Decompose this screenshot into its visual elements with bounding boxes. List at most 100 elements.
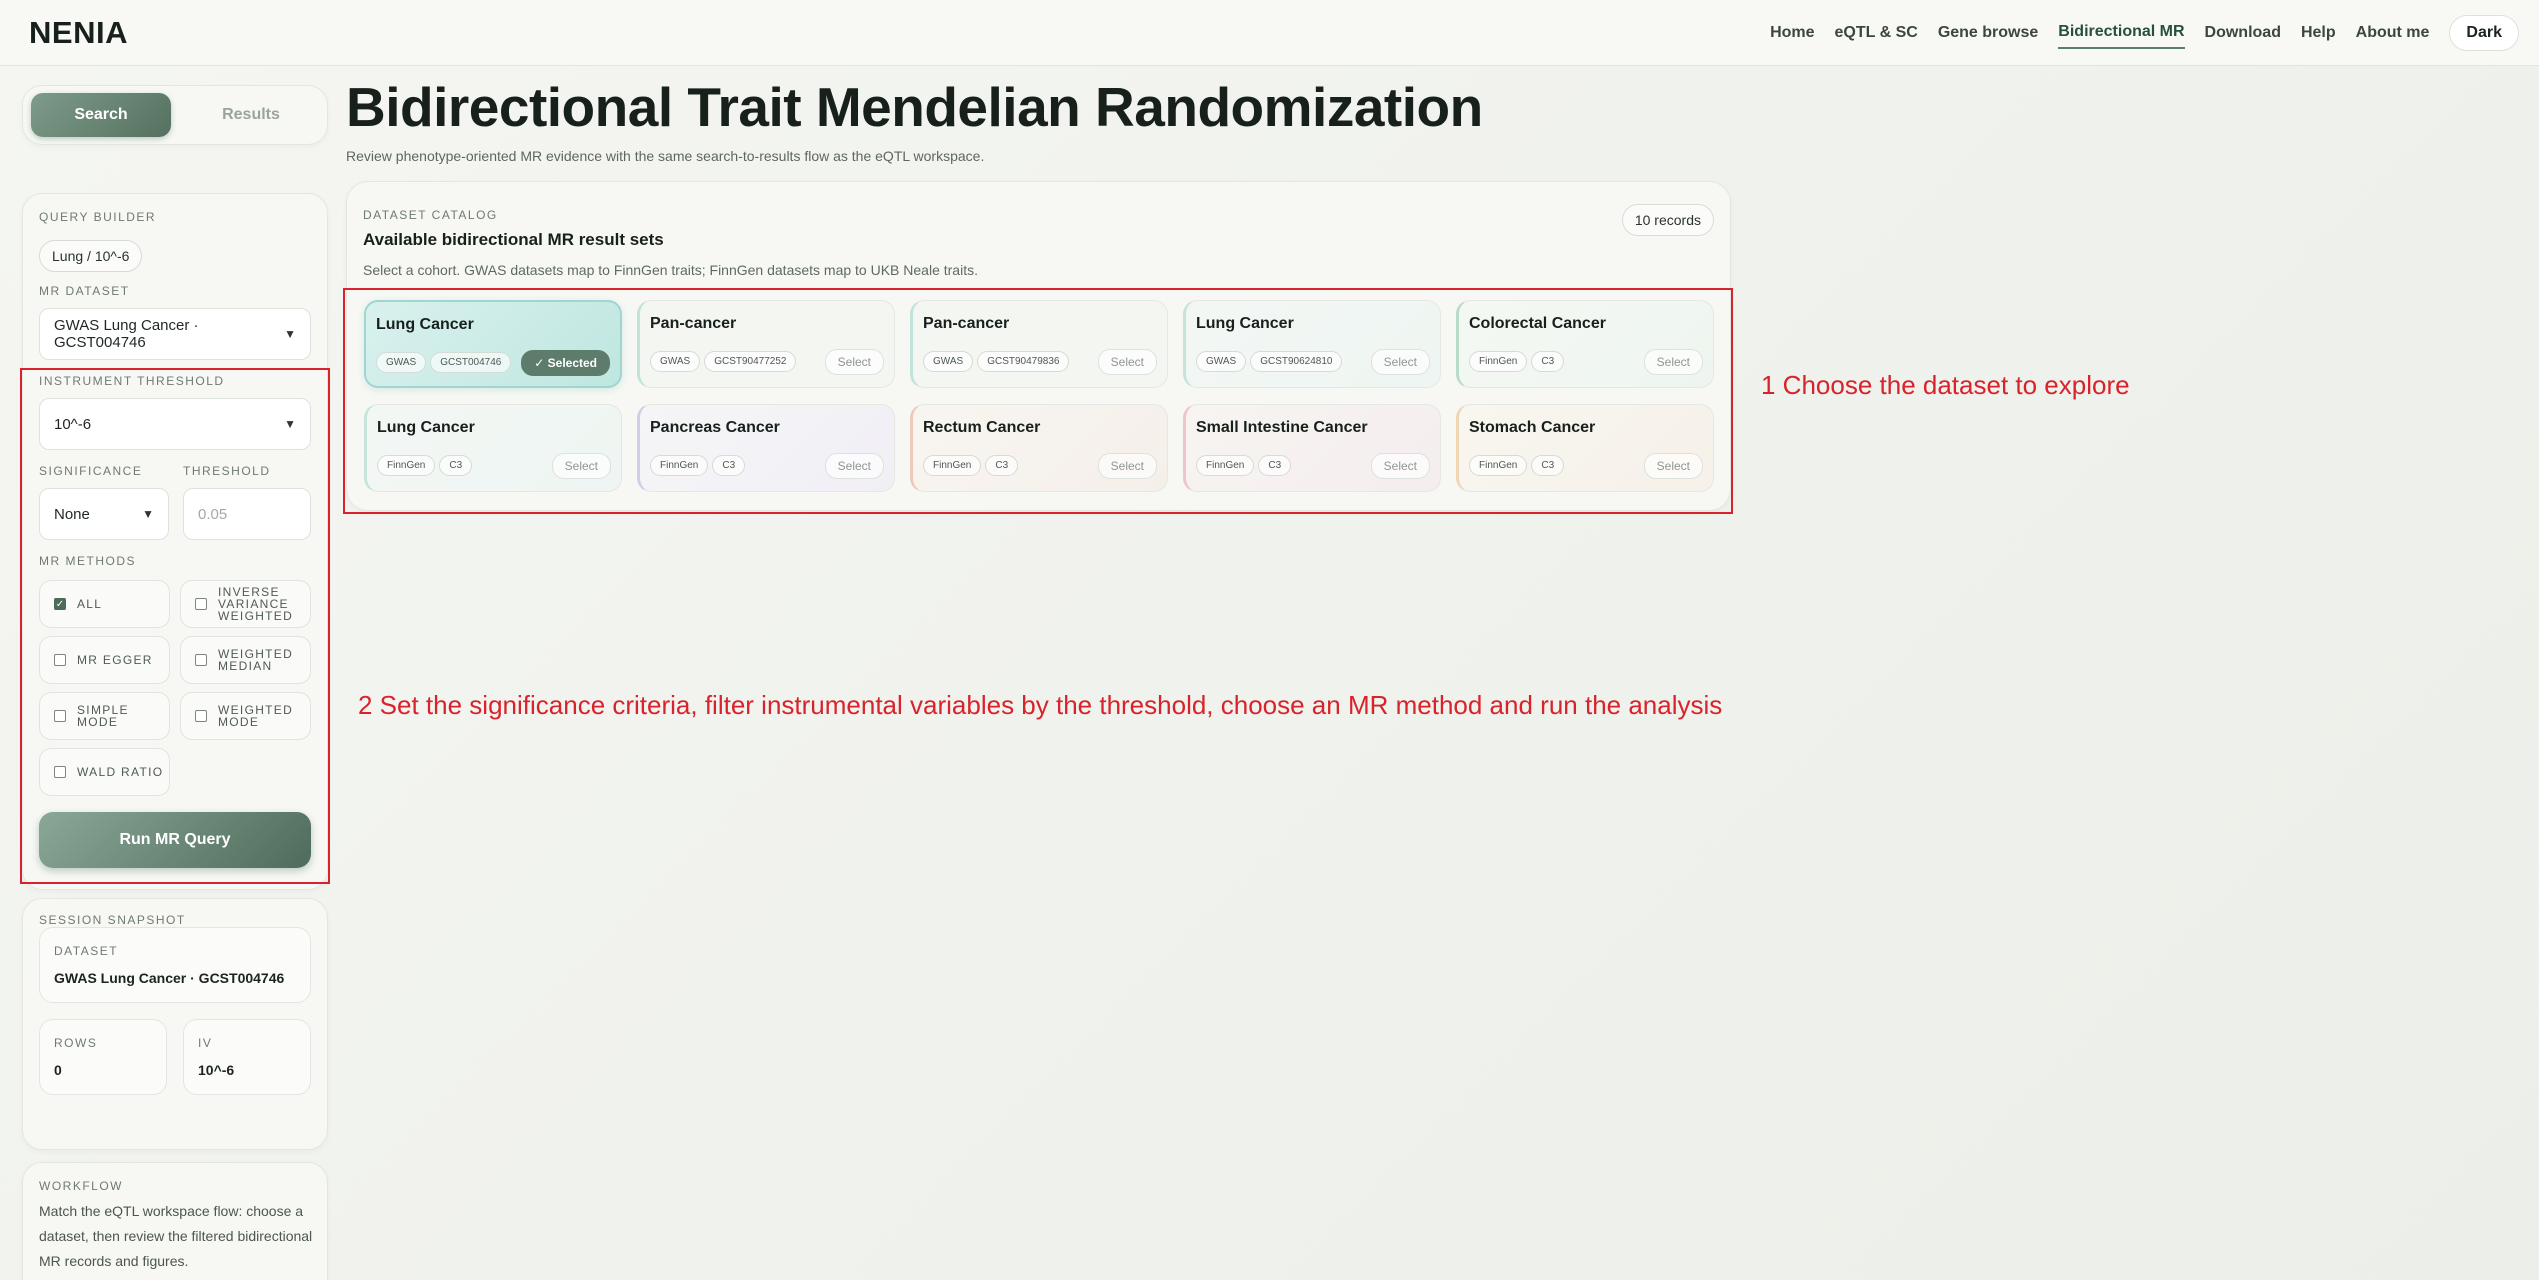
view-tabs: Search Results [22, 85, 328, 145]
dataset-card[interactable]: Lung Cancer GWAS GCST004746 ✓ Selected [364, 300, 622, 388]
dataset-card[interactable]: Lung Cancer FinnGen C3 Select [364, 404, 622, 492]
checkbox-icon[interactable] [195, 654, 207, 666]
dataset-card[interactable]: Rectum Cancer FinnGen C3 Select [910, 404, 1168, 492]
instrument-threshold-select[interactable]: 10^-6 ▼ [39, 398, 311, 450]
method-label: MR EGGER [77, 653, 153, 667]
threshold-input[interactable]: 0.05 [183, 488, 311, 540]
method-wald-ratio[interactable]: WALD RATIO [39, 748, 170, 796]
dataset-id-tag: C3 [1531, 351, 1565, 372]
checkbox-icon[interactable] [54, 766, 66, 778]
dataset-source-tag: GWAS [923, 351, 974, 372]
dataset-name: Lung Cancer [1196, 315, 1294, 332]
dataset-select-button[interactable]: Select [1370, 349, 1430, 375]
query-builder-label: QUERY BUILDER [39, 210, 157, 224]
nav-bidirectional-mr[interactable]: Bidirectional MR [2058, 17, 2185, 49]
nav-download[interactable]: Download [2205, 18, 2281, 48]
dataset-select-button[interactable]: Select [551, 453, 611, 479]
nav-gene-browse[interactable]: Gene browse [1938, 18, 2038, 48]
method-ivw[interactable]: INVERSE VARIANCE WEIGHTED [180, 580, 311, 628]
dataset-select-button[interactable]: Select [824, 453, 884, 479]
method-label: WEIGHTED MEDIAN [218, 647, 294, 673]
snapshot-iv-value: 10^-6 [198, 1062, 235, 1078]
mr-dataset-select[interactable]: GWAS Lung Cancer · GCST004746 ▼ [39, 308, 311, 360]
nav-home[interactable]: Home [1770, 18, 1814, 48]
mr-dataset-label: MR DATASET [39, 284, 130, 298]
snapshot-rows-card: ROWS 0 [39, 1019, 167, 1095]
dataset-id-tag: C3 [1531, 455, 1565, 476]
dataset-select-button[interactable]: Select [824, 349, 884, 375]
method-mr-egger[interactable]: MR EGGER [39, 636, 170, 684]
dataset-card[interactable]: Pancreas Cancer FinnGen C3 Select [637, 404, 895, 492]
dataset-card[interactable]: Lung Cancer GWAS GCST90624810 Select [1183, 300, 1441, 388]
tab-results[interactable]: Results [181, 93, 321, 137]
dataset-name: Rectum Cancer [923, 419, 1041, 436]
significance-select[interactable]: None ▼ [39, 488, 169, 540]
theme-toggle-button[interactable]: Dark [2449, 15, 2519, 51]
dataset-name: Stomach Cancer [1469, 419, 1596, 436]
page-title: Bidirectional Trait Mendelian Randomizat… [346, 76, 1483, 138]
dataset-card[interactable]: Pan-cancer GWAS GCST90477252 Select [637, 300, 895, 388]
method-label: WALD RATIO [77, 765, 164, 779]
dataset-source-tag: FinnGen [1469, 351, 1528, 372]
method-all[interactable]: ✓ ALL [39, 580, 170, 628]
dataset-select-button[interactable]: Select [1097, 349, 1157, 375]
dataset-id-tag: C3 [439, 455, 473, 476]
method-label: WEIGHTED MODE [218, 703, 294, 729]
tab-search[interactable]: Search [31, 93, 171, 137]
snapshot-dataset-value: GWAS Lung Cancer · GCST004746 [54, 970, 285, 986]
dataset-name: Small Intestine Cancer [1196, 419, 1368, 436]
dataset-id-tag: GCST90624810 [1250, 351, 1343, 372]
snapshot-iv-key: IV [198, 1036, 213, 1050]
dataset-select-button[interactable]: ✓ Selected [521, 350, 610, 376]
catalog-title: Available bidirectional MR result sets [363, 230, 664, 249]
dataset-name: Lung Cancer [376, 316, 474, 333]
dataset-select-button[interactable]: Select [1643, 453, 1703, 479]
dataset-source-tag: GWAS [650, 351, 701, 372]
catalog-eyebrow: DATASET CATALOG [363, 208, 498, 222]
checkbox-icon[interactable] [195, 598, 207, 610]
dataset-card[interactable]: Small Intestine Cancer FinnGen C3 Select [1183, 404, 1441, 492]
session-snapshot-panel: SESSION SNAPSHOT DATASET GWAS Lung Cance… [22, 898, 328, 1150]
dataset-select-button[interactable]: Select [1643, 349, 1703, 375]
method-label: INVERSE VARIANCE WEIGHTED [218, 585, 294, 623]
checkbox-checked-icon[interactable]: ✓ [54, 598, 66, 610]
query-builder-panel: QUERY BUILDER Lung / 10^-6 MR DATASET GW… [22, 193, 328, 890]
method-weighted-mode[interactable]: WEIGHTED MODE [180, 692, 311, 740]
workflow-text: Match the eQTL workspace flow: choose a … [39, 1203, 313, 1269]
chevron-down-icon: ▼ [142, 507, 154, 521]
nav-help[interactable]: Help [2301, 18, 2336, 48]
dataset-source-tag: GWAS [1196, 351, 1247, 372]
page-subtitle: Review phenotype-oriented MR evidence wi… [346, 148, 985, 164]
dataset-source-tag: GWAS [376, 352, 427, 373]
dataset-name: Pan-cancer [923, 315, 1010, 332]
method-simple-mode[interactable]: SIMPLE MODE [39, 692, 170, 740]
nav-about[interactable]: About me [2356, 18, 2430, 48]
mr-dataset-value: GWAS Lung Cancer · GCST004746 [54, 317, 199, 351]
dataset-select-button[interactable]: Select [1097, 453, 1157, 479]
query-summary-chip: Lung / 10^-6 [39, 240, 143, 272]
dataset-source-tag: FinnGen [1469, 455, 1528, 476]
dataset-source-tag: FinnGen [1196, 455, 1255, 476]
dataset-card[interactable]: Stomach Cancer FinnGen C3 Select [1456, 404, 1714, 492]
snapshot-rows-value: 0 [54, 1062, 62, 1078]
dataset-card[interactable]: Colorectal Cancer FinnGen C3 Select [1456, 300, 1714, 388]
chevron-down-icon: ▼ [284, 327, 296, 341]
dataset-catalog-panel: DATASET CATALOG 10 records Available bid… [346, 181, 1731, 511]
checkbox-icon[interactable] [195, 710, 207, 722]
session-snapshot-label: SESSION SNAPSHOT [39, 913, 186, 927]
nav-eqtl-sc[interactable]: eQTL & SC [1835, 18, 1918, 48]
instrument-threshold-label: INSTRUMENT THRESHOLD [39, 374, 225, 388]
method-weighted-median[interactable]: WEIGHTED MEDIAN [180, 636, 311, 684]
dataset-select-button[interactable]: Select [1370, 453, 1430, 479]
dataset-id-tag: GCST90479836 [977, 351, 1070, 372]
method-label: ALL [77, 597, 103, 611]
run-mr-query-button[interactable]: Run MR Query [39, 812, 311, 868]
checkbox-icon[interactable] [54, 710, 66, 722]
dataset-card[interactable]: Pan-cancer GWAS GCST90479836 Select [910, 300, 1168, 388]
dataset-source-tag: FinnGen [377, 455, 436, 476]
checkbox-icon[interactable] [54, 654, 66, 666]
dataset-source-tag: FinnGen [650, 455, 709, 476]
brand-logo[interactable]: NENIA [29, 15, 128, 51]
snapshot-dataset-card: DATASET GWAS Lung Cancer · GCST004746 [39, 927, 311, 1003]
record-count-badge: 10 records [1621, 204, 1714, 236]
